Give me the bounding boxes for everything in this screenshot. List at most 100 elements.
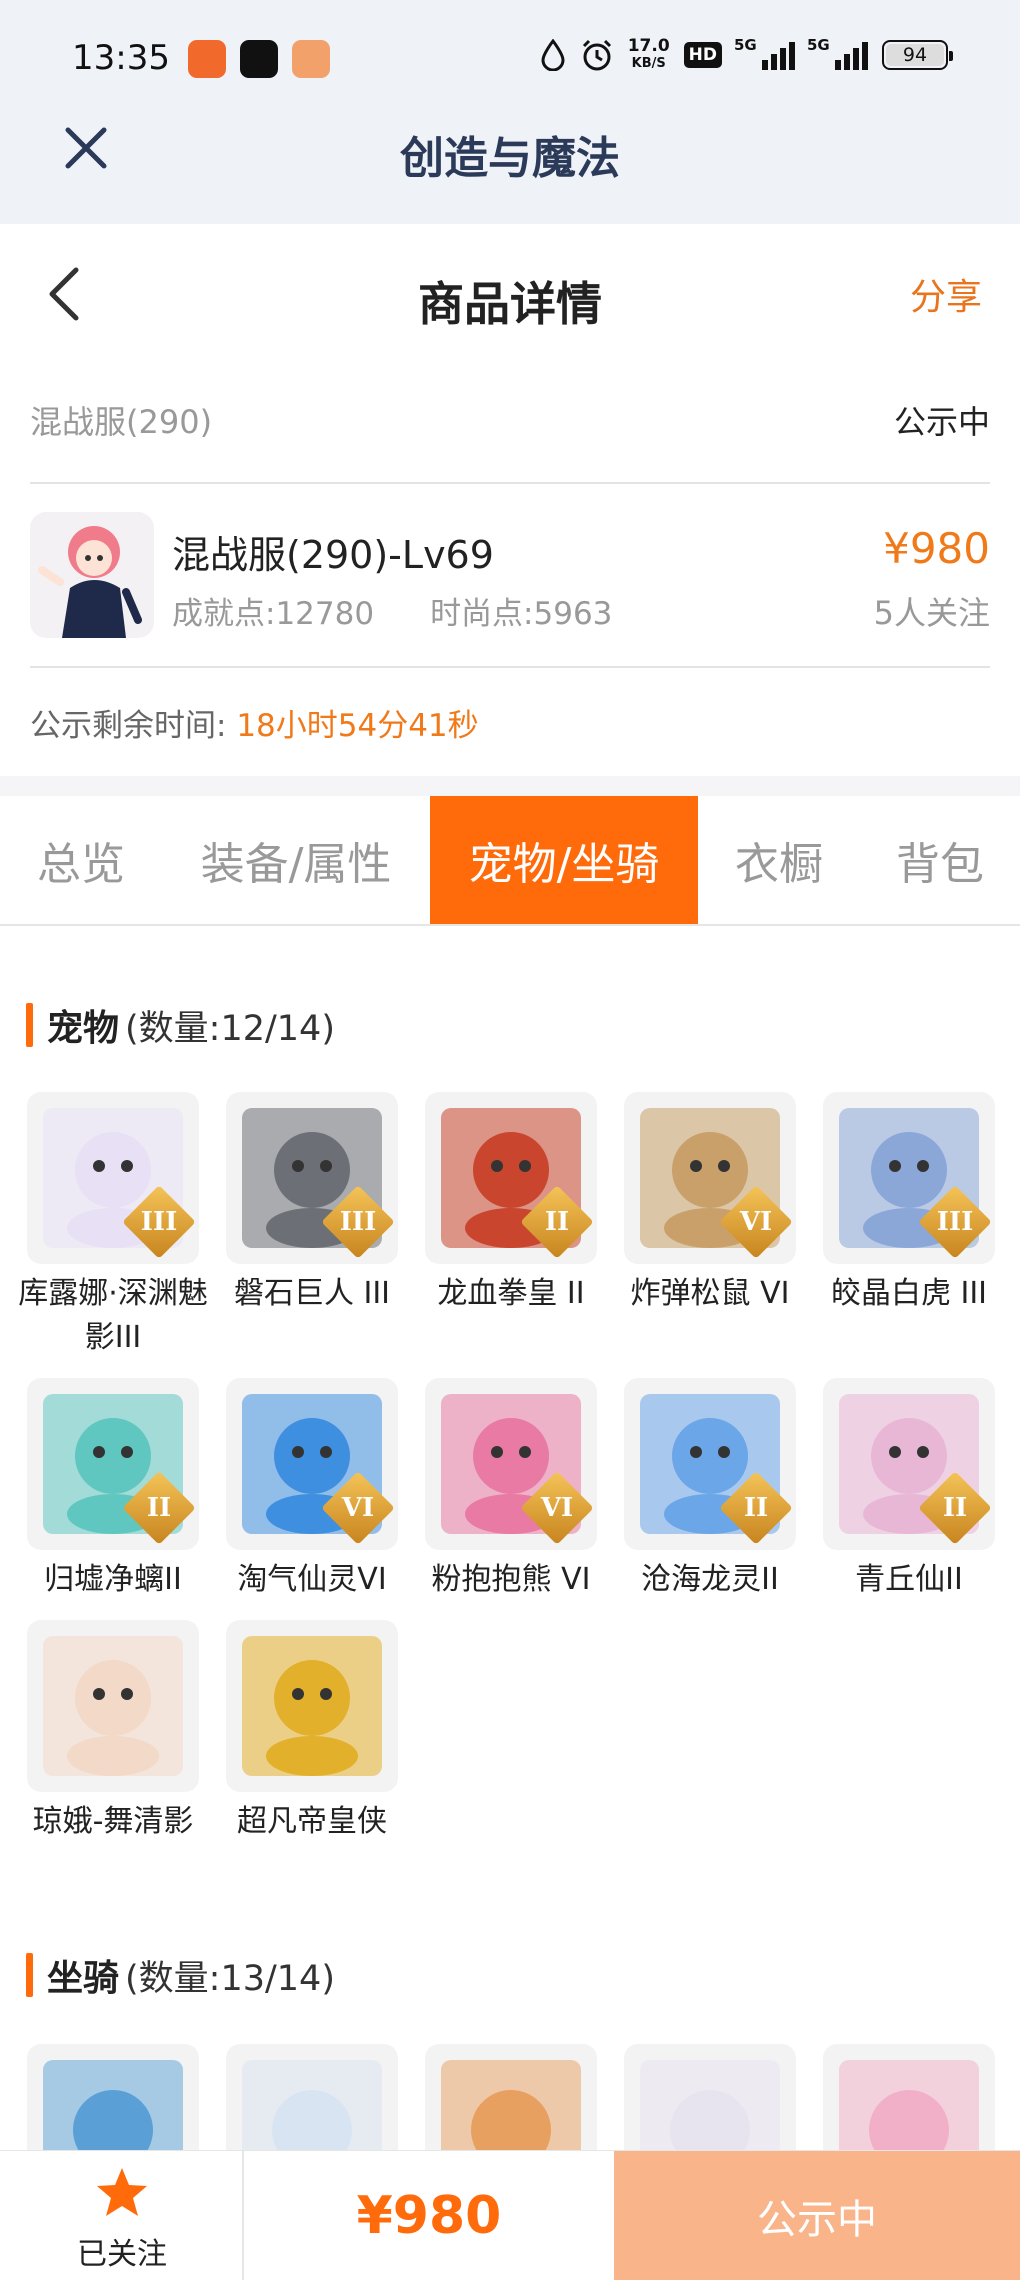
signal-label: 5G: [734, 36, 757, 54]
server-row: 混战服(290) 公示中: [30, 390, 990, 450]
battery-icon: 94: [882, 40, 953, 70]
signal-icon: 5G: [734, 36, 795, 70]
pet-name: 超凡帝皇侠: [237, 1804, 387, 1839]
network-speed-value: 17.0: [627, 36, 670, 56]
pet-name: 龙血拳皇 II: [437, 1276, 585, 1311]
pet-name: 库露娜·深渊魅影III: [18, 1276, 208, 1355]
pet-thumbnail: II: [823, 1378, 995, 1550]
follower-count: 5人关注: [873, 594, 990, 632]
signal-icon: 5G: [807, 36, 868, 70]
pet-thumbnail: II: [425, 1092, 597, 1264]
status-bar: 13:35 17.0 KB/S HD 5G 5G 94: [0, 28, 1020, 92]
page-title: 商品详情: [418, 277, 602, 331]
pet-item[interactable]: III 皎晶白虎 III: [823, 1092, 995, 1316]
pet-thumbnail: VI: [425, 1378, 597, 1550]
tab-wardrobe[interactable]: 衣橱: [698, 796, 860, 924]
pet-name: 皎晶白虎 III: [830, 1276, 988, 1311]
bottom-price: ¥980: [356, 2186, 502, 2246]
public-status-button[interactable]: 公示中: [614, 2151, 1020, 2280]
pet-item[interactable]: II 归墟净螭II: [27, 1378, 199, 1602]
tier-label: III: [140, 1207, 178, 1237]
pet-name: 淘气仙灵VI: [237, 1562, 387, 1597]
pet-item[interactable]: II 龙血拳皇 II: [425, 1092, 597, 1316]
pet-name: 沧海龙灵II: [641, 1562, 779, 1597]
signal-label: 5G: [807, 36, 830, 54]
divider: [30, 666, 990, 668]
divider: [30, 482, 990, 484]
pets-section-header: 宠物 (数量:12/14): [26, 1002, 335, 1049]
alarm-icon: [580, 38, 614, 72]
pets-section-title: 宠物: [47, 1008, 120, 1049]
pet-thumbnail: [27, 1620, 199, 1792]
pet-thumbnail: III: [226, 1092, 398, 1264]
follow-button[interactable]: 已关注: [0, 2151, 244, 2280]
tab-equipment[interactable]: 装备/属性: [162, 796, 430, 924]
section-gap: [0, 776, 1020, 796]
tier-label: II: [743, 1493, 769, 1523]
character-name: 混战服(290)-Lv69: [172, 533, 494, 577]
section-marker: [26, 1953, 33, 1997]
listing-price: ¥980: [883, 524, 990, 573]
remaining-time: 公示剩余时间: 18小时54分41秒: [30, 700, 479, 745]
battery-level: 94: [902, 44, 928, 66]
pet-thumbnail: VI: [624, 1092, 796, 1264]
pet-item[interactable]: III 磐石巨人 III: [226, 1092, 398, 1316]
pet-thumbnail: III: [823, 1092, 995, 1264]
follow-label: 已关注: [77, 2237, 167, 2272]
fashion-points: 时尚点:5963: [430, 596, 613, 632]
tab-bar: 总览 装备/属性 宠物/坐骑 衣橱 背包: [0, 796, 1020, 926]
mounts-section-title: 坐骑: [47, 1958, 120, 1999]
tier-label: VI: [540, 1493, 574, 1523]
status-time: 13:35: [72, 38, 170, 78]
notification-app-icon: [188, 40, 226, 78]
network-speed: 17.0 KB/S: [628, 38, 670, 72]
bottom-action-bar: 已关注 ¥980 公示中: [0, 2150, 1020, 2280]
pet-item[interactable]: VI 炸弹松鼠 VI: [624, 1092, 796, 1316]
listing-status: 公示中: [893, 403, 990, 441]
tier-label: III: [339, 1207, 377, 1237]
pet-thumbnail: VI: [226, 1378, 398, 1550]
pet-thumbnail: II: [624, 1378, 796, 1550]
mounts-section-header: 坐骑 (数量:13/14): [26, 1952, 335, 1999]
pet-name: 粉抱抱熊 VI: [431, 1562, 591, 1597]
remaining-time-label: 公示剩余时间:: [30, 708, 227, 744]
pet-name: 青丘仙II: [855, 1562, 963, 1597]
page-header: 商品详情 分享: [0, 224, 1020, 364]
star-icon: [97, 2168, 147, 2216]
status-icons: 17.0 KB/S HD 5G 5G 94: [540, 36, 953, 72]
tier-label: VI: [739, 1207, 773, 1237]
tier-label: II: [146, 1493, 172, 1523]
pet-item[interactable]: 琼娥-舞清影: [27, 1620, 199, 1844]
network-speed-unit: KB/S: [631, 56, 666, 71]
pet-item[interactable]: II 沧海龙灵II: [624, 1378, 796, 1602]
tier-label: II: [544, 1207, 570, 1237]
tier-label: VI: [341, 1493, 375, 1523]
notification-music-icon: [240, 40, 278, 78]
remaining-time-value: 18小时54分41秒: [236, 708, 479, 744]
app-title: 创造与魔法: [400, 133, 620, 184]
pet-thumbnail: II: [27, 1378, 199, 1550]
pet-thumbnail: [226, 1620, 398, 1792]
hd-voice-badge: HD: [683, 42, 722, 68]
tab-backpack[interactable]: 背包: [860, 796, 1020, 924]
pet-item[interactable]: III 库露娜·深渊魅影III: [18, 1092, 208, 1360]
pet-name: 炸弹松鼠 VI: [630, 1276, 790, 1311]
character-stats: 成就点:12780 时尚点:5963: [172, 588, 612, 633]
pet-item[interactable]: VI 粉抱抱熊 VI: [425, 1378, 597, 1602]
notification-shop-icon: [292, 40, 330, 78]
server-name: 混战服(290): [30, 403, 213, 441]
pets-section-count: (数量:12/14): [125, 1008, 335, 1049]
tab-pets-mounts[interactable]: 宠物/坐骑: [430, 796, 698, 924]
tab-overview[interactable]: 总览: [0, 796, 162, 924]
section-marker: [26, 1003, 33, 1047]
share-button[interactable]: 分享: [910, 268, 982, 320]
pet-item[interactable]: II 青丘仙II: [823, 1378, 995, 1602]
pet-item[interactable]: VI 淘气仙灵VI: [226, 1378, 398, 1602]
pet-name: 归墟净螭II: [44, 1562, 182, 1597]
pet-name: 磐石巨人 III: [233, 1276, 391, 1311]
pet-item[interactable]: 超凡帝皇侠: [226, 1620, 398, 1844]
tier-label: III: [936, 1207, 974, 1237]
mounts-section-count: (数量:13/14): [125, 1958, 335, 1999]
pet-thumbnail: III: [27, 1092, 199, 1264]
character-card[interactable]: 混战服(290)-Lv69 成就点:12780 时尚点:5963 ¥980 5人…: [30, 512, 990, 642]
